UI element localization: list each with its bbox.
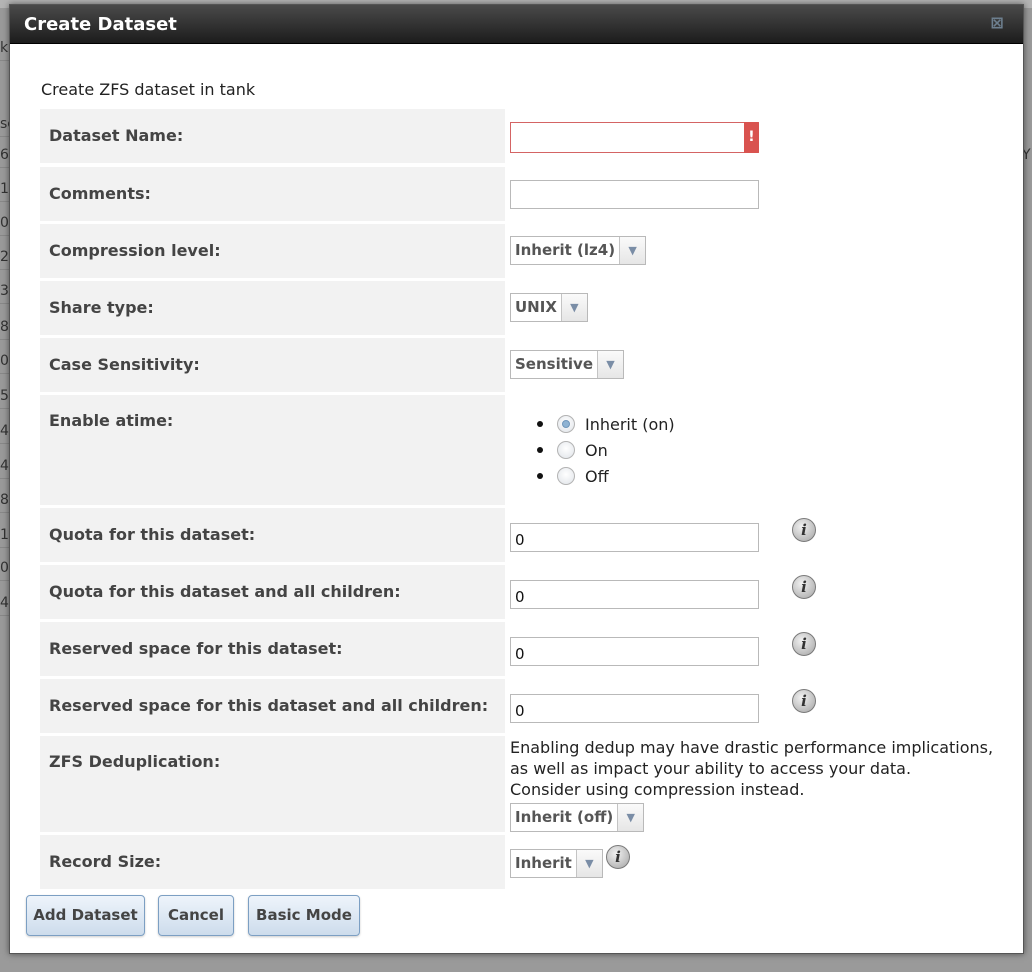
form-row-comments: Comments:: [40, 167, 1015, 221]
form-row-dataset-name: Dataset Name: !: [40, 109, 1015, 163]
atime-option-label: On: [585, 440, 608, 460]
share-type-field-wrap: UNIX ▼: [510, 293, 588, 322]
compression-selected-value: Inherit (lz4): [515, 241, 616, 259]
reserved-input[interactable]: [510, 637, 759, 666]
comments-input[interactable]: [510, 180, 759, 209]
compression-select[interactable]: Inherit (lz4) ▼: [510, 236, 647, 265]
dedup-field-wrap: Enabling dedup may have drastic performa…: [510, 737, 1020, 832]
form-row-reserved: Reserved space for this dataset: i: [40, 622, 1015, 676]
form-row-share-type: Share type: UNIX ▼: [40, 281, 1015, 335]
reserved-children-input[interactable]: [510, 694, 759, 723]
basic-mode-button[interactable]: Basic Mode: [248, 895, 360, 936]
quota-field-wrap: [510, 523, 759, 552]
dialog-title: Create Dataset: [24, 14, 177, 35]
form-row-reserved-children: Reserved space for this dataset and all …: [40, 679, 1015, 733]
reserved-children-field-wrap: [510, 694, 759, 723]
case-sensitivity-selected-value: Sensitive: [515, 355, 593, 373]
info-icon[interactable]: i: [792, 632, 816, 656]
create-dataset-dialog: Create Dataset ⊠ Create ZFS dataset in t…: [9, 4, 1024, 954]
record-size-selected-value: Inherit: [515, 854, 572, 872]
form-row-record-size: Record Size: Inherit ▼ i: [40, 835, 1015, 889]
form-row-case-sensitivity: Case Sensitivity: Sensitive ▼: [40, 338, 1015, 392]
atime-option-label: Inherit (on): [585, 414, 675, 434]
dialog-titlebar: Create Dataset ⊠: [10, 5, 1023, 44]
atime-option-label: Off: [585, 466, 609, 486]
share-type-select[interactable]: UNIX ▼: [510, 293, 588, 322]
dedup-label: ZFS Deduplication:: [40, 736, 505, 832]
record-size-field-wrap: Inherit ▼: [510, 849, 603, 878]
info-icon[interactable]: i: [792, 518, 816, 542]
atime-radio-on[interactable]: [557, 441, 575, 459]
atime-radio-inherit[interactable]: [557, 415, 575, 433]
atime-label: Enable atime:: [40, 395, 505, 505]
quota-children-field-wrap: [510, 580, 759, 609]
cancel-button[interactable]: Cancel: [158, 895, 234, 936]
bullet-icon: [537, 421, 543, 427]
info-icon[interactable]: i: [792, 575, 816, 599]
dedup-warning-line: Consider using compression instead.: [510, 780, 805, 799]
dataset-name-field-wrap: !: [510, 122, 760, 153]
record-size-select[interactable]: Inherit ▼: [510, 849, 603, 878]
case-sensitivity-select[interactable]: Sensitive ▼: [510, 350, 624, 379]
error-icon: !: [744, 122, 759, 153]
dedup-warning: Enabling dedup may have drastic performa…: [510, 737, 1020, 800]
info-icon[interactable]: i: [792, 689, 816, 713]
form-row-quota: Quota for this dataset: i: [40, 508, 1015, 562]
bullet-icon: [537, 447, 543, 453]
chevron-down-icon[interactable]: ▼: [619, 237, 646, 264]
atime-radio-group: Inherit (on) On Off: [537, 411, 675, 489]
form-row-quota-children: Quota for this dataset and all children:…: [40, 565, 1015, 619]
reserved-label: Reserved space for this dataset:: [40, 622, 505, 676]
atime-field-wrap: Inherit (on) On Off: [537, 411, 675, 489]
compression-label: Compression level:: [40, 224, 505, 278]
close-icon[interactable]: ⊠: [989, 15, 1005, 31]
quota-children-label: Quota for this dataset and all children:: [40, 565, 505, 619]
atime-radio-off[interactable]: [557, 467, 575, 485]
reserved-field-wrap: [510, 637, 759, 666]
comments-label: Comments:: [40, 167, 505, 221]
atime-option[interactable]: Off: [537, 463, 675, 489]
dedup-select[interactable]: Inherit (off) ▼: [510, 803, 645, 832]
dedup-selected-value: Inherit (off): [515, 808, 614, 826]
intro-text: Create ZFS dataset in tank: [41, 80, 256, 99]
form-row-dedup: ZFS Deduplication: Enabling dedup may ha…: [40, 736, 1015, 832]
chevron-down-icon[interactable]: ▼: [617, 804, 644, 831]
chevron-down-icon[interactable]: ▼: [597, 351, 623, 378]
chevron-down-icon[interactable]: ▼: [575, 850, 602, 877]
comments-field-wrap: [510, 180, 759, 209]
share-type-label: Share type:: [40, 281, 505, 335]
quota-input[interactable]: [510, 523, 759, 552]
quota-children-input[interactable]: [510, 580, 759, 609]
share-type-selected-value: UNIX: [515, 298, 557, 316]
dedup-warning-line: Enabling dedup may have drastic performa…: [510, 738, 994, 757]
form-row-atime: Enable atime: Inherit (on) On Off: [40, 395, 1015, 505]
dedup-warning-line: as well as impact your ability to access…: [510, 759, 912, 778]
info-icon[interactable]: i: [606, 845, 630, 869]
case-sensitivity-field-wrap: Sensitive ▼: [510, 350, 624, 379]
bullet-icon: [537, 473, 543, 479]
case-sensitivity-label: Case Sensitivity:: [40, 338, 505, 392]
atime-option[interactable]: Inherit (on): [537, 411, 675, 437]
dataset-name-input[interactable]: [510, 122, 759, 153]
reserved-children-label: Reserved space for this dataset and all …: [40, 679, 505, 733]
add-dataset-button[interactable]: Add Dataset: [26, 895, 145, 936]
compression-field-wrap: Inherit (lz4) ▼: [510, 236, 647, 265]
form-row-compression: Compression level: Inherit (lz4) ▼: [40, 224, 1015, 278]
record-size-label: Record Size:: [40, 835, 505, 889]
dataset-name-label: Dataset Name:: [40, 109, 505, 163]
chevron-down-icon[interactable]: ▼: [560, 294, 587, 321]
quota-label: Quota for this dataset:: [40, 508, 505, 562]
atime-option[interactable]: On: [537, 437, 675, 463]
